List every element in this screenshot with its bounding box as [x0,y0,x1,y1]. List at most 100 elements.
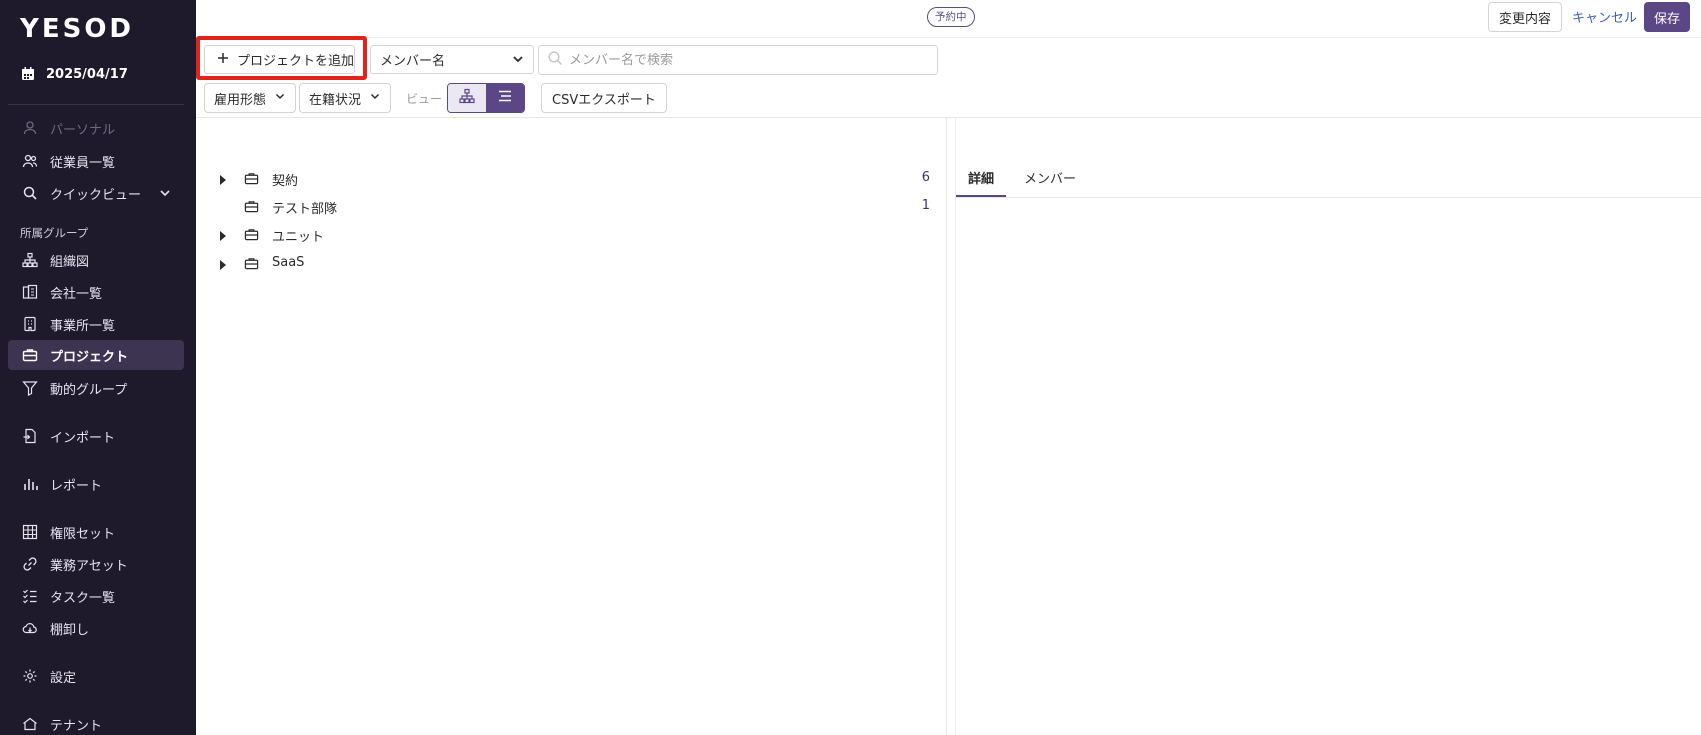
view-list-button[interactable] [486,84,524,112]
briefcase-icon [22,347,38,363]
sidebar-item-tasks[interactable]: タスク一覧 [8,581,184,611]
sidebar-divider [8,104,184,105]
sidebar-item-inventory[interactable]: 棚卸し [8,613,184,643]
tree-row[interactable]: SaaS [196,250,946,278]
briefcase-icon [244,256,259,275]
tab-members[interactable]: メンバー [1012,160,1088,198]
sidebar-item-projects[interactable]: プロジェクト [8,340,184,370]
member-field-select-value: メンバー名 [380,54,446,69]
sidebar-item-label: インポート [50,430,116,446]
tree-row-count: 6 [921,170,930,185]
caret-right-icon[interactable] [219,230,227,245]
section-label-groups: 所属グループ [20,226,89,240]
sidebar-item-label: 会社一覧 [50,286,103,302]
tree-row[interactable]: ユニット [196,221,946,249]
sidebar-item-companies[interactable]: 会社一覧 [8,277,184,307]
tree-row[interactable]: テスト部隊 1 [196,193,946,221]
sidebar-item-business-assets[interactable]: 業務アセット [8,549,184,579]
sidebar-item-label: 業務アセット [50,558,128,574]
sidebar-item-label: クイックビュー [50,187,142,203]
sidebar-item-label: プロジェクト [50,349,129,365]
filter-icon [22,380,38,396]
app-logo[interactable]: YESOD [20,14,134,44]
briefcase-icon [244,171,259,190]
sidebar-item-personal[interactable]: パーソナル [8,113,184,143]
employment-status-filter-label: 在籍状況 [309,92,362,108]
caret-right-icon[interactable] [219,259,227,274]
csv-export-button[interactable]: CSVエクスポート [541,83,667,113]
panel-divider[interactable] [946,118,947,735]
tenant-icon [22,716,38,732]
member-field-select[interactable]: メンバー名 [370,45,534,74]
chevron-down-icon[interactable] [158,186,172,204]
tree-row-label: 契約 [272,174,299,189]
cancel-button[interactable]: キャンセル [1572,1,1637,31]
member-search[interactable] [538,45,938,75]
chevron-down-icon [369,90,381,106]
sidebar-item-org-chart[interactable]: 組織図 [8,245,184,275]
users-icon [22,153,38,169]
sidebar-item-settings[interactable]: 設定 [8,661,184,691]
search-icon [22,185,38,201]
org-chart-icon [459,88,475,108]
add-project-button[interactable]: プロジェクトを追加 [204,45,355,74]
sidebar-item-label: タスク一覧 [50,590,116,606]
current-date: 2025/04/17 [46,66,128,82]
chevron-down-icon [274,90,286,106]
view-toggle [447,83,525,113]
tree-row-label: テスト部隊 [272,202,338,217]
list-icon [497,88,513,108]
toolbar-divider [196,117,1701,118]
status-badge: 予約中 [927,7,975,27]
sidebar-item-label: 設定 [50,670,77,686]
sidebar-item-label: 事業所一覧 [50,318,116,334]
add-project-label: プロジェクトを追加 [237,54,355,69]
briefcase-icon [244,227,259,246]
sidebar-item-label: 権限セット [50,526,116,542]
sidebar-item-import[interactable]: インポート [8,421,184,451]
tree-row-count: 1 [921,198,930,213]
sidebar-item-label: 動的グループ [50,382,128,398]
sidebar-item-employees[interactable]: 従業員一覧 [8,146,184,176]
link-icon [22,556,38,572]
grid-icon [22,524,38,540]
panel-divider-inner [955,118,956,735]
tree-row-label: ユニット [272,230,325,245]
tree-row-label: SaaS [272,255,305,270]
top-bar: 予約中 [196,0,1701,38]
caret-right-icon[interactable] [219,174,227,189]
sidebar-item-label: パーソナル [50,122,116,138]
user-icon [22,120,38,136]
tree-row[interactable]: 契約 6 [196,165,946,193]
changes-button[interactable]: 変更内容 [1488,2,1563,32]
company-icon [22,284,38,300]
tab-details[interactable]: 詳細 [956,160,1007,198]
checklist-icon [22,588,38,604]
sidebar-item-tenant[interactable]: テナント [8,709,184,735]
gear-icon [22,668,38,684]
org-chart-icon [22,252,38,268]
search-icon [547,50,563,70]
sidebar-item-label: レポート [50,478,103,494]
sidebar-item-label: 従業員一覧 [50,155,116,171]
calendar-icon [20,66,36,82]
view-tree-button[interactable] [448,84,486,112]
building-icon [22,316,38,332]
sidebar-item-dynamic-groups[interactable]: 動的グループ [8,373,184,403]
employment-status-filter[interactable]: 在籍状況 [299,83,392,113]
sidebar-item-quickview[interactable]: クイックビュー [8,178,184,208]
tabs-divider [956,197,1701,198]
employment-type-filter[interactable]: 雇用形態 [204,83,297,113]
sidebar-item-offices[interactable]: 事業所一覧 [8,309,184,339]
sidebar-item-label: テナント [50,718,103,734]
sidebar-item-label: 棚卸し [50,622,90,638]
employment-type-filter-label: 雇用形態 [214,92,267,108]
briefcase-icon [244,199,259,218]
save-button[interactable]: 保存 [1644,2,1691,32]
sidebar-item-report[interactable]: レポート [8,469,184,499]
date-display[interactable]: 2025/04/17 [20,66,128,82]
sidebar-item-permission-sets[interactable]: 権限セット [8,517,184,547]
member-search-input[interactable] [569,52,929,68]
bar-chart-icon [22,476,38,492]
view-label: ビュー [406,92,443,106]
